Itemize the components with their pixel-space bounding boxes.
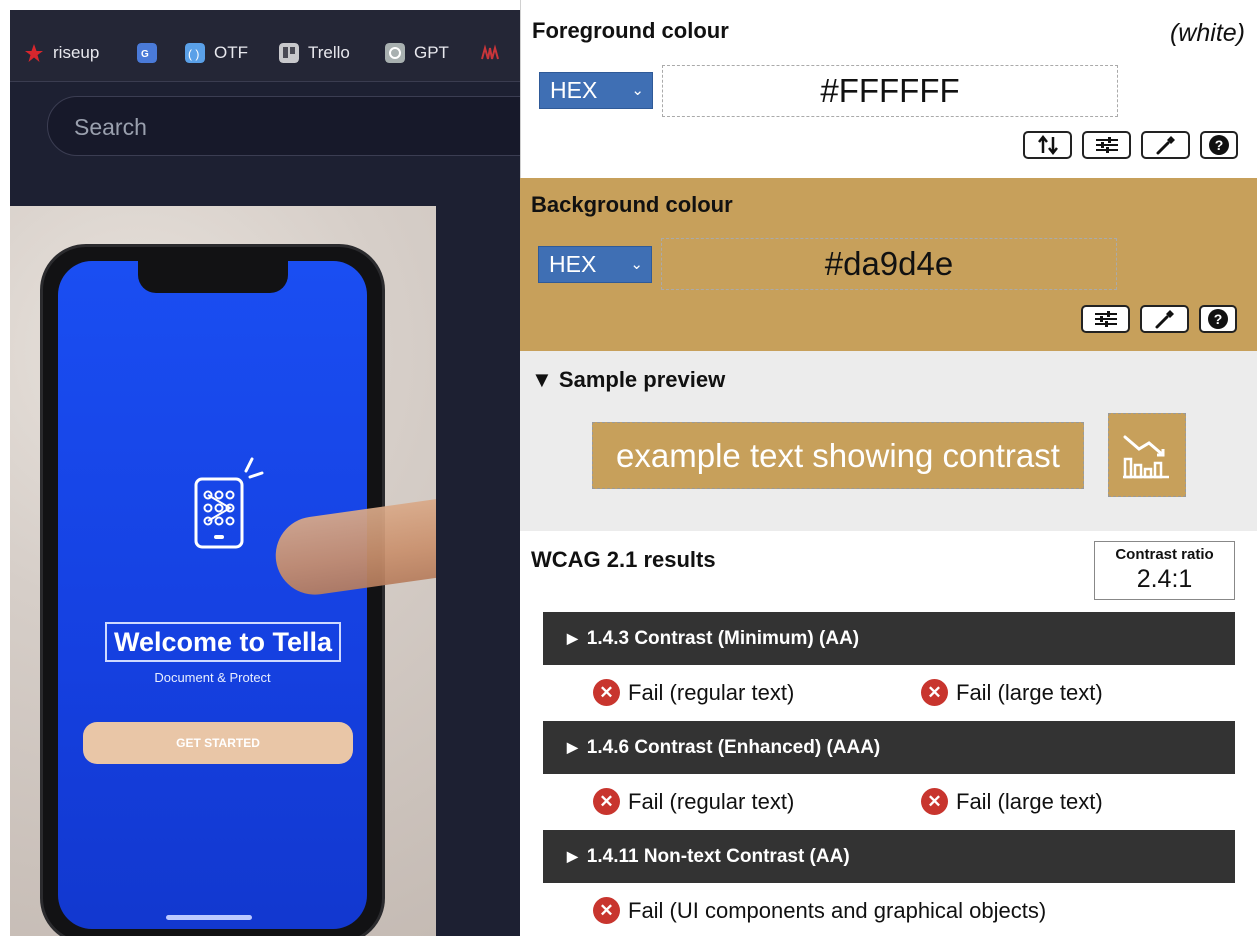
phone-home-indicator [166,915,252,920]
background-format-select[interactable]: HEX ⌄ [538,246,652,283]
browser-screenshot-area: riseup G ( ) OTF Trello GPT Search Welco… [0,0,520,936]
foreground-eyedropper-button[interactable] [1141,131,1190,159]
criterion-label: 1.4.6 Contrast (Enhanced) (AAA) [586,736,881,758]
wcag-results-section: WCAG 2.1 results Contrast ratio 2.4:1 ▶ … [520,531,1257,936]
criterion-1-4-6-toggle[interactable]: ▶ 1.4.6 Contrast (Enhanced) (AAA) [543,721,1235,774]
bookmark-riseup[interactable]: riseup [24,42,99,64]
result-text: Fail (regular text) [628,788,795,814]
bookmark-otf[interactable]: ( ) OTF [185,42,248,64]
bookmark-label: GPT [414,43,449,62]
search-input[interactable]: Search [47,96,520,156]
result-item: ✕ Fail (regular text) [593,788,794,815]
bookmark-label: riseup [53,43,100,62]
chart-icon [1123,435,1169,479]
foreground-help-button[interactable]: ? [1200,131,1238,159]
sliders-icon [1094,311,1117,327]
triangle-down-icon: ▼ [531,367,553,392]
trello-icon [279,43,299,63]
foreground-hex-value: #FFFFFF [820,72,960,109]
eyedropper-icon [1155,310,1174,329]
background-section: Background colour HEX ⌄ #da9d4e ? [520,178,1257,351]
bookmark-label: Trello [308,43,350,62]
contrast-ratio-value: 2.4:1 [1136,565,1193,593]
result-item: ✕ Fail (large text) [921,679,1103,706]
bookmarks-bar: riseup G ( ) OTF Trello GPT [10,10,520,82]
result-text: Fail (UI components and graphical object… [628,897,1047,923]
sample-graphic [1108,413,1186,497]
result-text: Fail (large text) [956,679,1103,705]
fail-icon: ✕ [593,788,620,815]
result-item: ✕ Fail (regular text) [593,679,794,706]
foreground-format-value: HEX [550,77,598,103]
result-item: ✕ Fail (UI components and graphical obje… [593,897,1046,924]
google-translate-icon: G [137,43,157,63]
bookmark-red[interactable] [480,42,509,64]
background-help-button[interactable]: ? [1199,305,1237,333]
triangle-right-icon: ▶ [567,848,578,864]
bookmark-gpt[interactable]: GPT [385,42,449,64]
help-icon: ? [1208,309,1228,329]
contrast-checker-panel: Foreground colour (white) HEX ⌄ #FFFFFF [520,0,1257,936]
riseup-icon [25,44,43,62]
welcome-title: Welcome to Tella [105,622,341,662]
background-hex-input[interactable]: #da9d4e [661,238,1117,290]
background-title: Background colour [531,192,733,217]
foreground-hex-input[interactable]: #FFFFFF [662,65,1118,117]
result-text: Fail (regular text) [628,679,795,705]
sample-preview-section: ▼ Sample preview example text showing co… [520,351,1257,531]
criterion-label: 1.4.3 Contrast (Minimum) (AA) [586,627,860,649]
bookmark-trello[interactable]: Trello [279,42,350,64]
phone-screen: Welcome to Tella Document & Protect GET … [58,261,367,929]
contrast-ratio-box: Contrast ratio 2.4:1 [1094,541,1235,600]
contrast-ratio-label: Contrast ratio [1115,546,1214,563]
phone-photo: Welcome to Tella Document & Protect GET … [10,206,436,936]
help-icon: ? [1209,135,1229,155]
result-text: Fail (large text) [956,788,1103,814]
foreground-sliders-button[interactable] [1082,131,1131,159]
svg-text:?: ? [1214,311,1223,327]
foreground-note: (white) [1169,19,1245,47]
get-started-button: GET STARTED [83,722,353,764]
svg-text:G: G [141,49,149,60]
background-hex-value: #da9d4e [824,245,954,282]
bookmark-label: OTF [214,43,248,62]
triangle-right-icon: ▶ [567,739,578,755]
swap-icon [1037,135,1058,155]
foreground-section: Foreground colour (white) HEX ⌄ #FFFFFF [520,0,1257,178]
criterion-1-4-3-toggle[interactable]: ▶ 1.4.3 Contrast (Minimum) (AA) [543,612,1235,665]
svg-text:( ): ( ) [188,47,199,61]
search-placeholder: Search [74,114,147,140]
chevron-down-icon: ⌄ [631,82,644,99]
result-item: ✕ Fail (large text) [921,788,1103,815]
sample-preview-label: Sample preview [558,367,726,392]
fail-icon: ✕ [593,897,620,924]
phone-notch [138,261,288,293]
tella-app-icon [194,457,264,549]
bookmark-google-translate[interactable]: G [137,42,166,64]
fail-icon: ✕ [921,788,948,815]
browser-window: riseup G ( ) OTF Trello GPT Search Welco… [10,10,520,936]
svg-text:?: ? [1215,137,1224,153]
chevron-down-icon: ⌄ [630,256,643,273]
fail-icon: ✕ [593,679,620,706]
criterion-label: 1.4.11 Non-text Contrast (AA) [586,845,850,867]
wcag-results-title: WCAG 2.1 results [531,547,716,572]
welcome-subtitle: Document & Protect [154,670,271,685]
sliders-icon [1095,137,1118,153]
eyedropper-icon [1156,136,1175,155]
background-sliders-button[interactable] [1081,305,1130,333]
background-eyedropper-button[interactable] [1140,305,1189,333]
swap-colours-button[interactable] [1023,131,1072,159]
foreground-title: Foreground colour [532,18,729,43]
criterion-1-4-11-toggle[interactable]: ▶ 1.4.11 Non-text Contrast (AA) [543,830,1235,883]
gpt-icon [385,43,405,63]
sample-preview-toggle[interactable]: ▼ Sample preview [531,367,725,393]
sample-text: example text showing contrast [592,422,1084,489]
foreground-format-select[interactable]: HEX ⌄ [539,72,653,109]
triangle-right-icon: ▶ [567,630,578,646]
fail-icon: ✕ [921,679,948,706]
otf-icon: ( ) [185,43,205,63]
background-format-value: HEX [549,251,597,277]
red-bookmark-icon [481,44,499,60]
